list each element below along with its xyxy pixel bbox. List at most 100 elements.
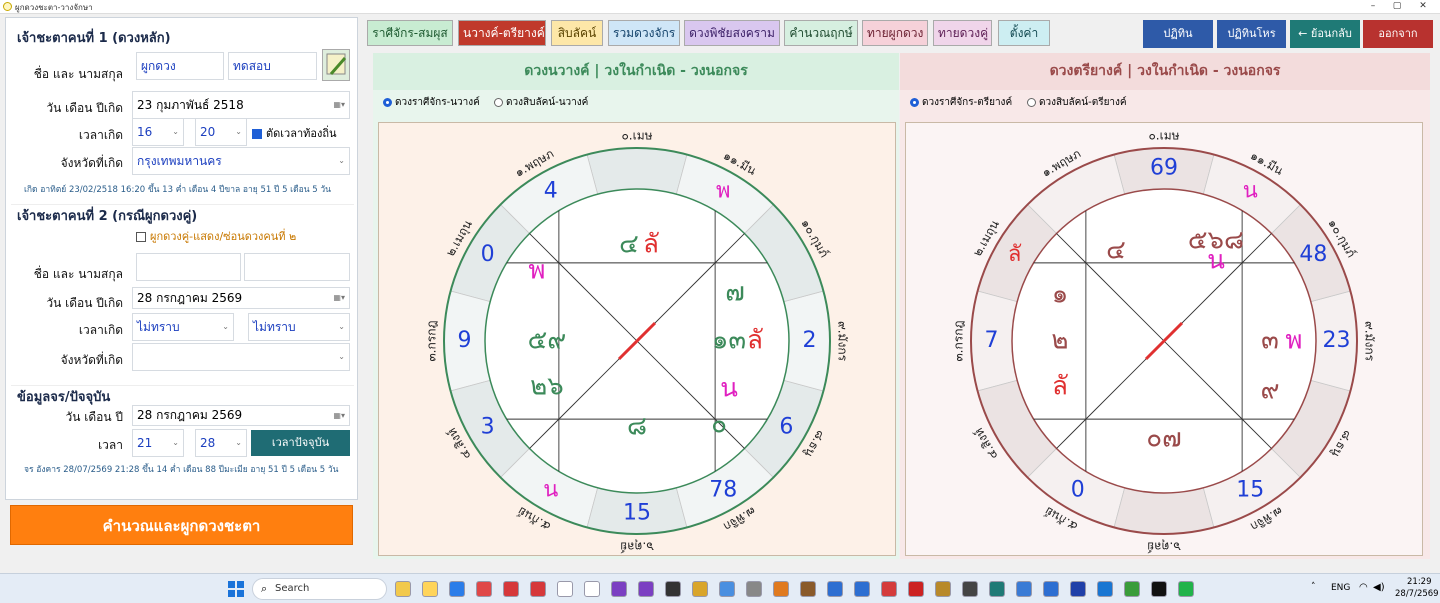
right-horoscope-wheel: ๐.เมษ69๑.พฤษภ๒.เมถุน ลั๓.กรกฎ 7๔.สิงห์๕.กั… [952, 129, 1377, 554]
inner-planet-3: ๑ [1052, 280, 1069, 310]
tab-6[interactable]: ทายผูกดวง [862, 20, 928, 46]
radio-selected-icon[interactable] [910, 97, 919, 107]
clock-time[interactable]: 21:29 [1407, 577, 1432, 587]
person1-local-time-checkbox[interactable]: ตัดเวลาท้องถิ่น [252, 124, 337, 142]
right-chart-title: ดวงตรียางค์ | วงในกำเนิด - วงนอกจร [900, 53, 1430, 90]
taskbar-app-icon[interactable] [584, 581, 600, 597]
person2-minute-select[interactable]: ไม่ทราบ ⌄ [248, 313, 350, 341]
calendar-icon[interactable]: ▦▾ [333, 406, 345, 425]
wifi-icon[interactable]: ◠ [1359, 582, 1368, 593]
taskbar-app-icon[interactable] [719, 581, 735, 597]
person2-heading: เจ้าชะตาคนที่ 2 (กรณีผูกดวงคู่) [17, 209, 198, 224]
tab-3[interactable]: รวมดวงจักร [608, 20, 680, 46]
taskbar-app-icon[interactable] [773, 581, 789, 597]
taskbar-app-icon[interactable] [908, 581, 924, 597]
taskbar-search-box[interactable]: ⌕ Search [252, 578, 387, 600]
calendar-icon[interactable]: ▦▾ [333, 92, 345, 118]
person1-last-name-input[interactable]: ทดสอบ [228, 52, 317, 80]
taskbar-app-icon[interactable] [827, 581, 843, 597]
calendar-icon[interactable]: ▦▾ [333, 288, 345, 308]
radio-icon[interactable] [494, 97, 503, 107]
person2-birth-date-picker[interactable]: 28 กรกฎาคม 2569 ▦▾ [132, 287, 350, 309]
taskbar-app-icon[interactable] [854, 581, 870, 597]
taskbar-app-icon[interactable] [611, 581, 627, 597]
taskbar-app-icon[interactable] [1097, 581, 1113, 597]
person1-photo-button[interactable] [322, 49, 350, 81]
person1-minute-select[interactable]: 20 ⌄ [195, 118, 247, 146]
person1-birth-date-picker[interactable]: 23 กุมภาพันธ์ 2518 ▦▾ [132, 91, 350, 119]
taskbar-app-icon[interactable] [1151, 581, 1167, 597]
chevron-up-icon[interactable]: ˄ [1311, 582, 1316, 592]
tab-1[interactable]: นวางค์-ตรียางค์ [458, 20, 546, 46]
maximize-button[interactable]: ▢ [1385, 0, 1409, 13]
toolbar-button-0[interactable]: ปฏิทิน [1143, 20, 1213, 48]
chevron-down-icon: ⌄ [235, 127, 242, 136]
inner-planet-7: ๙ [1260, 376, 1279, 406]
radio-icon[interactable] [1027, 97, 1036, 107]
tab-2[interactable]: สิบลัคน์ [551, 20, 603, 46]
windows-start-icon[interactable] [227, 580, 245, 598]
taskbar-app-icon[interactable] [395, 581, 411, 597]
person2-hour-select[interactable]: ไม่ทราบ ⌄ [132, 313, 234, 341]
taskbar-app-icon[interactable] [503, 581, 519, 597]
minimize-button[interactable]: – [1361, 0, 1385, 13]
right-radio-b[interactable]: ดวงสิบลัคน์-ตรียางค์ [1027, 95, 1127, 110]
person2-first-name-input[interactable] [136, 253, 241, 281]
left-radio-b[interactable]: ดวงสิบลัคน์-นวางค์ [494, 95, 588, 110]
taskbar-app-icon[interactable] [1043, 581, 1059, 597]
tab-4[interactable]: ดวงพิชัยสงคราม [684, 20, 780, 46]
toolbar-button-2[interactable]: ← ย้อนกลับ [1290, 20, 1360, 48]
outer-planet-3: 9 [458, 328, 472, 353]
taskbar-app-icon[interactable] [449, 581, 465, 597]
taskbar-app-icon[interactable] [1178, 581, 1194, 597]
person1-province-value: กรุงเทพมหานคร [137, 154, 222, 168]
taskbar-app-icon[interactable] [422, 581, 438, 597]
taskbar-app-icon[interactable] [989, 581, 1005, 597]
now-button[interactable]: เวลาปัจจุบัน [251, 430, 350, 456]
current-date-picker[interactable]: 28 กรกฎาคม 2569 ▦▾ [132, 405, 350, 426]
speaker-icon[interactable]: ◀) [1373, 582, 1385, 593]
toolbar-button-3[interactable]: ออกจาก [1363, 20, 1433, 48]
tab-5[interactable]: คำนวณฤกษ์ [784, 20, 858, 46]
person1-hour-select[interactable]: 16 ⌄ [132, 118, 184, 146]
taskbar-app-icon[interactable] [557, 581, 573, 597]
person1-first-name-input[interactable]: ผูกดวง [136, 52, 224, 80]
taskbar-app-icon[interactable] [800, 581, 816, 597]
person1-province-select[interactable]: กรุงเทพมหานคร ⌄ [132, 147, 350, 175]
toolbar-button-1[interactable]: ปฏิทินโหร [1217, 20, 1286, 48]
language-indicator[interactable]: ENG [1331, 583, 1350, 593]
checkbox-checked-icon[interactable] [252, 129, 262, 139]
tab-0[interactable]: ราศีจักร-สมผุส [367, 20, 453, 46]
taskbar-app-icon[interactable] [881, 581, 897, 597]
clock-date[interactable]: 28/7/2569 [1395, 589, 1439, 599]
taskbar-app-icon[interactable] [962, 581, 978, 597]
taskbar-app-icon[interactable] [692, 581, 708, 597]
tab-7[interactable]: ทายดวงคู่ [933, 20, 992, 46]
chevron-down-icon: ⌄ [338, 322, 345, 331]
title-bar: ผูกดวงชะตา-วางจักษา – ▢ ✕ [0, 0, 1440, 14]
person2-pair-checkbox[interactable]: ผูกดวงคู่-แสดง/ซ่อนดวงคนที่ ๒ [136, 227, 296, 245]
taskbar-app-icon[interactable] [665, 581, 681, 597]
outer-planet-2: 0 [481, 242, 495, 267]
taskbar-app-icon[interactable] [476, 581, 492, 597]
left-radio-a[interactable]: ดวงราศีจักร-นวางค์ [383, 95, 480, 110]
tab-8[interactable]: ตั้งค่า [998, 20, 1050, 46]
current-minute-select[interactable]: 28 ⌄ [195, 429, 247, 457]
outer-planet-10: 48 [1299, 242, 1327, 267]
taskbar-app-icon[interactable] [1124, 581, 1140, 597]
taskbar-app-icon[interactable] [1016, 581, 1032, 597]
taskbar-app-icon[interactable] [746, 581, 762, 597]
calculate-button[interactable]: คำนวณและผูกดวงชะตา [10, 505, 353, 545]
checkbox-icon[interactable] [136, 232, 146, 242]
right-radio-a[interactable]: ดวงราศีจักร-ตรียางค์ [910, 95, 1012, 110]
current-time-label: เวลา [98, 438, 123, 452]
person2-last-name-input[interactable] [244, 253, 350, 281]
radio-selected-icon[interactable] [383, 97, 392, 107]
taskbar-app-icon[interactable] [1070, 581, 1086, 597]
current-hour-select[interactable]: 21 ⌄ [132, 429, 184, 457]
taskbar-app-icon[interactable] [530, 581, 546, 597]
taskbar-app-icon[interactable] [638, 581, 654, 597]
person2-province-select[interactable]: ⌄ [132, 343, 350, 371]
taskbar-app-icon[interactable] [935, 581, 951, 597]
close-button[interactable]: ✕ [1411, 0, 1435, 13]
